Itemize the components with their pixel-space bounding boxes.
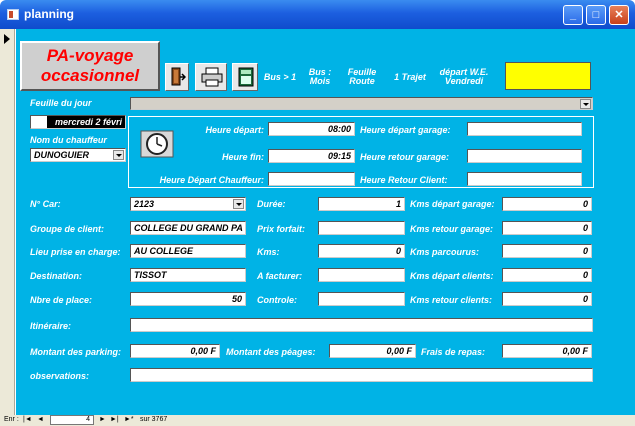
exit-button[interactable]: [165, 63, 189, 91]
heure-depart-chauffeur-field[interactable]: [268, 172, 355, 186]
enr-label: Enr :: [4, 416, 19, 423]
no-car-value: 2123: [134, 199, 155, 209]
itineraire-field[interactable]: [130, 318, 593, 332]
heure-depart-field[interactable]: 08:00: [268, 122, 355, 136]
record-navigation-bar: Enr : |◄ ◄ 4 ► ►| ►* sur 3767: [0, 415, 635, 426]
nbre-place-field[interactable]: 50: [130, 292, 246, 306]
kms-retour-garage-label: Kms retour garage:: [410, 224, 494, 234]
a-facturer-field[interactable]: [318, 268, 405, 282]
date-value: mercredi 2 févri: [54, 117, 122, 127]
page-title: PA-voyage occasionnel: [20, 41, 160, 91]
exit-door-icon: [171, 67, 186, 86]
clock-svg: [140, 130, 174, 158]
kms-depart-clients-label: Kms départ clients:: [410, 271, 494, 281]
heure-depart-garage-field[interactable]: [467, 122, 582, 136]
un-trajet-button[interactable]: 1 Trajet: [392, 63, 428, 91]
lieu-prise-label: Lieu prise en charge:: [30, 247, 121, 257]
kms-retour-clients-label: Kms retour clients:: [410, 295, 493, 305]
heure-retour-client-label: Heure Retour Client:: [360, 175, 448, 185]
montant-peages-field[interactable]: 0,00 F: [329, 344, 416, 358]
date-field[interactable]: mercredi 2 févri: [30, 115, 126, 129]
kms-depart-garage-field[interactable]: 0: [502, 197, 592, 211]
next-record-button[interactable]: ►: [99, 416, 106, 423]
nbre-place-label: Nbre de place:: [30, 295, 93, 305]
observations-field[interactable]: [130, 368, 593, 382]
heure-depart-label: Heure départ:: [205, 125, 264, 135]
duree-label: Durée:: [257, 199, 286, 209]
itineraire-label: Itinéraire:: [30, 321, 72, 331]
feuille-route-button[interactable]: Feuille Route: [343, 63, 381, 91]
montant-peages-label: Montant des péages:: [226, 347, 316, 357]
heure-retour-client-field[interactable]: [467, 172, 582, 186]
calculator-button[interactable]: [232, 63, 258, 91]
observations-label: observations:: [30, 371, 90, 381]
no-car-label: N° Car:: [30, 199, 61, 209]
montant-parking-label: Montant des parking:: [30, 347, 122, 357]
heure-depart-garage-label: Heure départ garage:: [360, 125, 451, 135]
kms-label: Kms:: [257, 247, 280, 257]
lieu-prise-field[interactable]: AU COLLEGE: [130, 244, 246, 258]
new-record-button[interactable]: ►*: [124, 416, 134, 423]
a-facturer-label: A facturer:: [257, 271, 303, 281]
frais-repas-label: Frais de repas:: [421, 347, 486, 357]
feuille-du-jour-label: Feuille du jour: [30, 98, 92, 108]
kms-depart-clients-field[interactable]: 0: [502, 268, 592, 282]
kms-parcourus-field[interactable]: 0: [502, 244, 592, 258]
no-car-select[interactable]: 2123: [130, 197, 246, 211]
feuille-du-jour-combo[interactable]: [130, 97, 593, 110]
depart-we-button[interactable]: départ W.E. Vendredi: [434, 63, 494, 91]
heure-retour-garage-field[interactable]: [467, 149, 582, 163]
current-record-arrow-icon: [4, 34, 10, 44]
highlight-field[interactable]: [505, 62, 591, 90]
chevron-down-icon[interactable]: [580, 99, 591, 109]
title-bar: planning _ □ ✕: [0, 0, 635, 29]
close-icon[interactable]: ✕: [609, 5, 629, 25]
chauffeur-select[interactable]: DUNOGUIER: [30, 148, 126, 162]
duree-field[interactable]: 1: [318, 197, 405, 211]
maximize-icon[interactable]: □: [586, 5, 606, 25]
chauffeur-value: DUNOGUIER: [34, 150, 90, 160]
calculator-icon: [238, 67, 254, 87]
prix-forfait-label: Prix forfait:: [257, 224, 306, 234]
prix-forfait-field[interactable]: [318, 221, 405, 235]
record-total: sur 3767: [140, 416, 168, 423]
controle-field[interactable]: [318, 292, 405, 306]
page-title-text: PA-voyage occasionnel: [40, 46, 140, 85]
nom-chauffeur-label: Nom du chauffeur: [30, 135, 107, 145]
heure-fin-field[interactable]: 09:15: [268, 149, 355, 163]
record-number-input[interactable]: 4: [50, 415, 94, 425]
printer-icon: [201, 67, 223, 87]
heure-retour-garage-label: Heure retour garage:: [360, 152, 450, 162]
clock-icon: [140, 130, 174, 158]
window-title: planning: [24, 7, 74, 21]
heure-depart-chauffeur-label: Heure Départ Chauffeur:: [159, 175, 264, 185]
controle-label: Controle:: [257, 295, 297, 305]
bus-next-button[interactable]: Bus > 1: [263, 63, 297, 91]
kms-retour-clients-field[interactable]: 0: [502, 292, 592, 306]
chevron-down-icon[interactable]: [113, 150, 124, 160]
montant-parking-field[interactable]: 0,00 F: [130, 344, 220, 358]
groupe-client-field[interactable]: COLLEGE DU GRAND PA: [130, 221, 246, 235]
destination-label: Destination:: [30, 271, 83, 281]
destination-field[interactable]: TISSOT: [130, 268, 246, 282]
minimize-icon[interactable]: _: [563, 5, 583, 25]
kms-retour-garage-field[interactable]: 0: [502, 221, 592, 235]
frais-repas-field[interactable]: 0,00 F: [502, 344, 592, 358]
first-record-button[interactable]: |◄: [23, 416, 32, 423]
print-button[interactable]: [195, 63, 227, 91]
previous-record-button[interactable]: ◄: [37, 416, 44, 423]
form-icon: [7, 9, 19, 20]
heure-fin-label: Heure fin:: [221, 152, 264, 162]
groupe-client-label: Groupe de client:: [30, 224, 105, 234]
bus-mois-button[interactable]: Bus : Mois: [302, 63, 338, 91]
last-record-button[interactable]: ►|: [110, 416, 119, 423]
kms-depart-garage-label: Kms départ garage:: [410, 199, 495, 209]
chevron-down-icon[interactable]: [233, 199, 244, 209]
kms-field[interactable]: 0: [318, 244, 405, 258]
record-selector[interactable]: [0, 29, 15, 415]
kms-parcourus-label: Kms parcourus:: [410, 247, 480, 257]
